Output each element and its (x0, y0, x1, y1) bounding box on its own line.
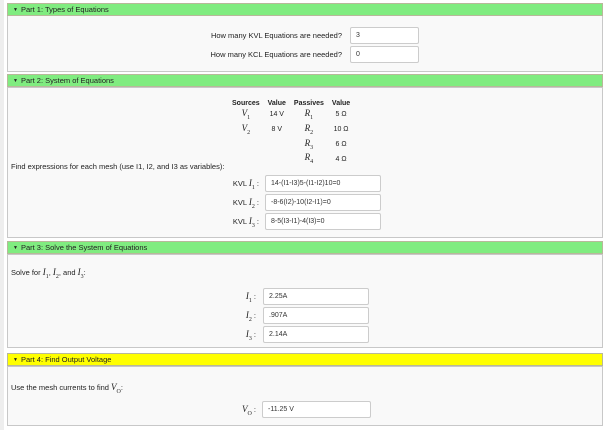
collapse-triangle-icon: ▼ (13, 357, 18, 363)
vo-label: VO : (241, 404, 256, 417)
kvl-equation-input[interactable]: 8-5(I3-I1)-4(I3)=0 (265, 213, 381, 230)
part1-header[interactable]: ▼ Part 1: Types of Equations (7, 3, 603, 16)
kvl-count-input[interactable]: 3 (350, 27, 419, 44)
vo-input[interactable]: -11.25 V (262, 401, 371, 418)
component-table: Sources Value Passives Value V1 14 V R1 5 Ω V2 8… (228, 99, 354, 167)
table-row: R3 6 Ω (304, 137, 347, 151)
current-label: I3 : (245, 329, 256, 342)
voltage-instruction: Use the mesh currents to find VO: (11, 382, 123, 395)
current-input[interactable]: 2.14A (263, 326, 369, 343)
header-passives: Passives (293, 100, 324, 107)
table-row: V2 8 V R2 10 Ω (241, 122, 349, 136)
kcl-question: How many KCL Equations are needed? (210, 50, 342, 59)
part4-header[interactable]: ▼ Part 4: Find Output Voltage (7, 353, 603, 366)
header-value: Value (267, 100, 286, 107)
part1-title: Part 1: Types of Equations (20, 5, 109, 14)
kcl-count-input[interactable]: 0 (350, 46, 419, 63)
current-input[interactable]: 2.25A (263, 288, 369, 305)
kvl-equation-input[interactable]: 14-(I1-I3)5-(I1-I2)10=0 (265, 175, 381, 192)
part2-header[interactable]: ▼ Part 2: System of Equations (7, 74, 603, 87)
header-sources: Sources (232, 100, 260, 107)
part4-title: Part 4: Find Output Voltage (20, 355, 112, 364)
table-row: R4 4 Ω (304, 152, 347, 166)
mesh-instruction: Find expressions for each mesh (use I1, … (11, 162, 225, 171)
current-input[interactable]: .907A (263, 307, 369, 324)
left-border (0, 0, 4, 430)
kvl-equation-input[interactable]: -8-6(I2)-10(I2-I1)=0 (265, 194, 381, 211)
part2-title: Part 2: System of Equations (20, 76, 114, 85)
collapse-triangle-icon: ▼ (13, 78, 18, 84)
table-row: V1 14 V R1 5 Ω (241, 108, 347, 121)
solve-instruction: Solve for I1, I2, and I3: (11, 267, 86, 280)
kvl-label: KVL I3 : (232, 216, 259, 229)
part3-title: Part 3: Solve the System of Equations (20, 243, 148, 252)
collapse-triangle-icon: ▼ (13, 7, 18, 13)
kvl-question: How many KVL Equations are needed? (210, 31, 342, 40)
collapse-triangle-icon: ▼ (13, 245, 18, 251)
part3-header[interactable]: ▼ Part 3: Solve the System of Equations (7, 241, 603, 254)
header-value: Value (331, 100, 351, 107)
